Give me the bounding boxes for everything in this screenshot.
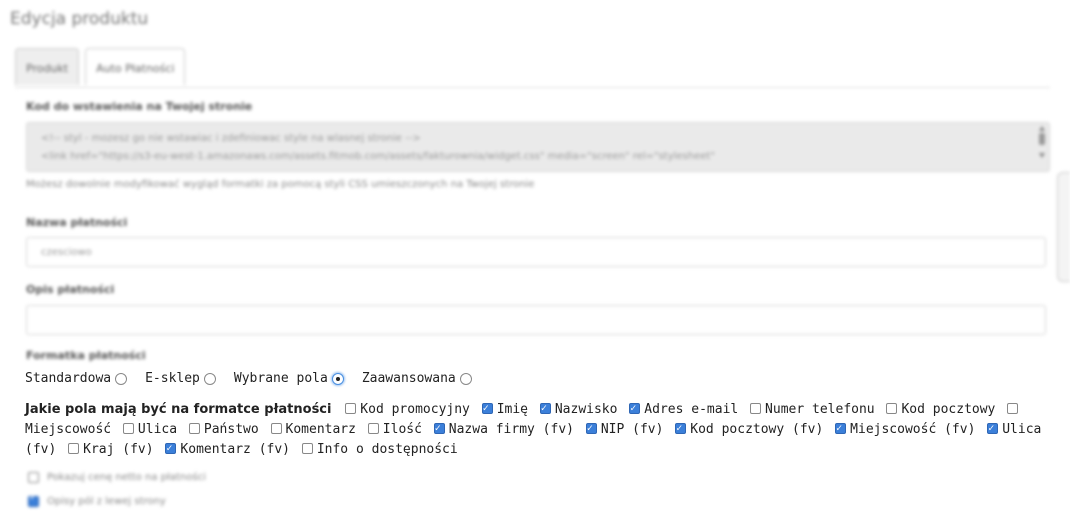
field-option[interactable]: Ilość: [366, 422, 422, 437]
field-option[interactable]: Kod pocztowy: [884, 402, 995, 417]
field-option[interactable]: Kod promocyjny: [343, 402, 470, 417]
labels-left-label: Opisy pól z lewej strony: [47, 496, 166, 507]
field-label: Miejscowość: [25, 422, 112, 437]
payment-desc-label: Opis płatności: [26, 283, 115, 296]
field-option[interactable]: Ulica: [121, 422, 177, 437]
field-label: Nazwisko: [554, 402, 618, 417]
form-fields-selector: Jakie pola mają być na formatce płatnośc…: [25, 399, 1055, 460]
form-type-options: Standardowa E-sklep Wybrane pola Zaawans…: [25, 371, 490, 386]
scroll-down-icon[interactable]: [1039, 153, 1045, 158]
form-type-label: Formatka płatności: [26, 349, 146, 362]
tabs-divider: [15, 87, 1050, 88]
radio-option-eshop[interactable]: E-sklep: [145, 371, 216, 386]
field-option[interactable]: Państwo: [187, 422, 259, 437]
payment-name-label: Nazwa płatności: [26, 216, 128, 229]
field-label: Ulica: [137, 422, 178, 437]
radio-button[interactable]: [203, 372, 216, 385]
radio-label: E-sklep: [145, 371, 200, 386]
page-title: Edycja produktu: [10, 9, 149, 29]
embed-code-textarea[interactable]: <!-- styl - mozesz go nie wstawiac i zde…: [26, 122, 1050, 172]
side-panel-handle[interactable]: [1057, 172, 1070, 282]
radio-label: Zaawansowana: [361, 371, 456, 386]
embed-hint: Możesz dowolnie modyfikować wygląd forma…: [26, 179, 535, 190]
field-checkbox[interactable]: [886, 403, 898, 414]
field-option[interactable]: Adres e-mail: [627, 399, 739, 419]
field-checkbox[interactable]: [629, 399, 641, 419]
field-checkbox[interactable]: [165, 439, 177, 459]
scroll-thumb[interactable]: [1039, 133, 1045, 145]
field-checkbox[interactable]: [433, 419, 445, 439]
radio-button-selected[interactable]: [331, 372, 344, 385]
field-checkbox[interactable]: [481, 399, 493, 419]
show-net-price-checkbox[interactable]: [28, 472, 39, 483]
field-label: Ilość: [382, 422, 422, 437]
tab-bar: Produkt Auto Płatności: [15, 48, 186, 85]
tab-product[interactable]: Produkt: [15, 48, 80, 85]
field-checkbox[interactable]: [188, 423, 200, 434]
field-checkbox[interactable]: [122, 423, 134, 434]
scroll-up-icon[interactable]: [1039, 126, 1045, 131]
field-option[interactable]: Nazwa firmy (fv): [432, 419, 574, 439]
field-label: Miejscowość (fv): [850, 422, 976, 437]
field-label: Adres e-mail: [644, 402, 739, 417]
field-checkbox[interactable]: [1007, 403, 1019, 414]
field-checkbox[interactable]: [539, 399, 551, 419]
field-label: Numer telefonu: [765, 402, 875, 417]
embed-code-line: <link href="https://s3-eu-west-1.amazona…: [41, 151, 715, 162]
radio-button[interactable]: [459, 372, 472, 385]
labels-left-option[interactable]: Opisy pól z lewej strony: [26, 492, 166, 507]
radio-option-standard[interactable]: Standardowa: [25, 371, 128, 386]
field-label: Nazwa firmy (fv): [448, 422, 574, 437]
field-option[interactable]: Imię: [480, 399, 529, 419]
show-net-price-label: Pokazuj cenę netto na płatności: [47, 472, 206, 483]
field-label: Kod pocztowy: [901, 402, 996, 417]
embed-code-line: <!-- styl - mozesz go nie wstawiac i zde…: [41, 133, 421, 144]
payment-desc-input[interactable]: [26, 305, 1046, 335]
field-option[interactable]: Miejscowość (fv): [833, 419, 976, 439]
field-option[interactable]: NIP (fv): [584, 419, 664, 439]
field-checkbox[interactable]: [987, 419, 999, 439]
field-checkbox[interactable]: [301, 443, 313, 454]
labels-left-checkbox[interactable]: [28, 492, 39, 507]
show-net-price-option[interactable]: Pokazuj cenę netto na płatności: [26, 472, 206, 483]
field-checkbox[interactable]: [367, 423, 379, 434]
field-checkbox[interactable]: [345, 403, 357, 414]
embed-code-label: Kod do wstawienia na Twojej stronie: [26, 100, 253, 113]
field-checkbox[interactable]: [68, 443, 80, 454]
fields-title: Jakie pola mają być na formatce płatnośc…: [25, 402, 332, 417]
radio-label: Standardowa: [25, 371, 112, 386]
radio-option-selected-fields[interactable]: Wybrane pola: [234, 371, 344, 386]
field-label: Kod pocztowy (fv): [690, 422, 824, 437]
field-label: Kod promocyjny: [360, 402, 470, 417]
radio-label: Wybrane pola: [233, 371, 328, 386]
radio-button[interactable]: [115, 372, 128, 385]
field-option[interactable]: Kraj (fv): [66, 442, 154, 457]
field-option[interactable]: Kod pocztowy (fv): [673, 419, 824, 439]
field-checkbox[interactable]: [750, 403, 762, 414]
field-label: Imię: [496, 402, 529, 417]
radio-option-advanced[interactable]: Zaawansowana: [362, 371, 472, 386]
field-label: Komentarz: [285, 422, 356, 437]
field-option[interactable]: Numer telefonu: [748, 402, 875, 417]
field-option[interactable]: Komentarz (fv): [163, 439, 290, 459]
field-checkbox[interactable]: [585, 419, 597, 439]
field-label: Komentarz (fv): [180, 442, 290, 457]
field-option[interactable]: Komentarz: [269, 422, 356, 437]
field-checkbox[interactable]: [675, 419, 687, 439]
field-label: Kraj (fv): [83, 442, 154, 457]
payment-name-input[interactable]: czesciowo: [26, 237, 1046, 267]
tab-auto-payments[interactable]: Auto Płatności: [85, 48, 186, 85]
field-label: Info o dostępności: [316, 442, 458, 457]
field-checkbox[interactable]: [835, 419, 847, 439]
field-option[interactable]: Info o dostępności: [300, 442, 458, 457]
field-label: NIP (fv): [600, 422, 664, 437]
field-label: Państwo: [203, 422, 259, 437]
field-checkbox[interactable]: [270, 423, 282, 434]
field-option[interactable]: Nazwisko: [538, 399, 618, 419]
textarea-scrollbar[interactable]: [1039, 126, 1045, 166]
